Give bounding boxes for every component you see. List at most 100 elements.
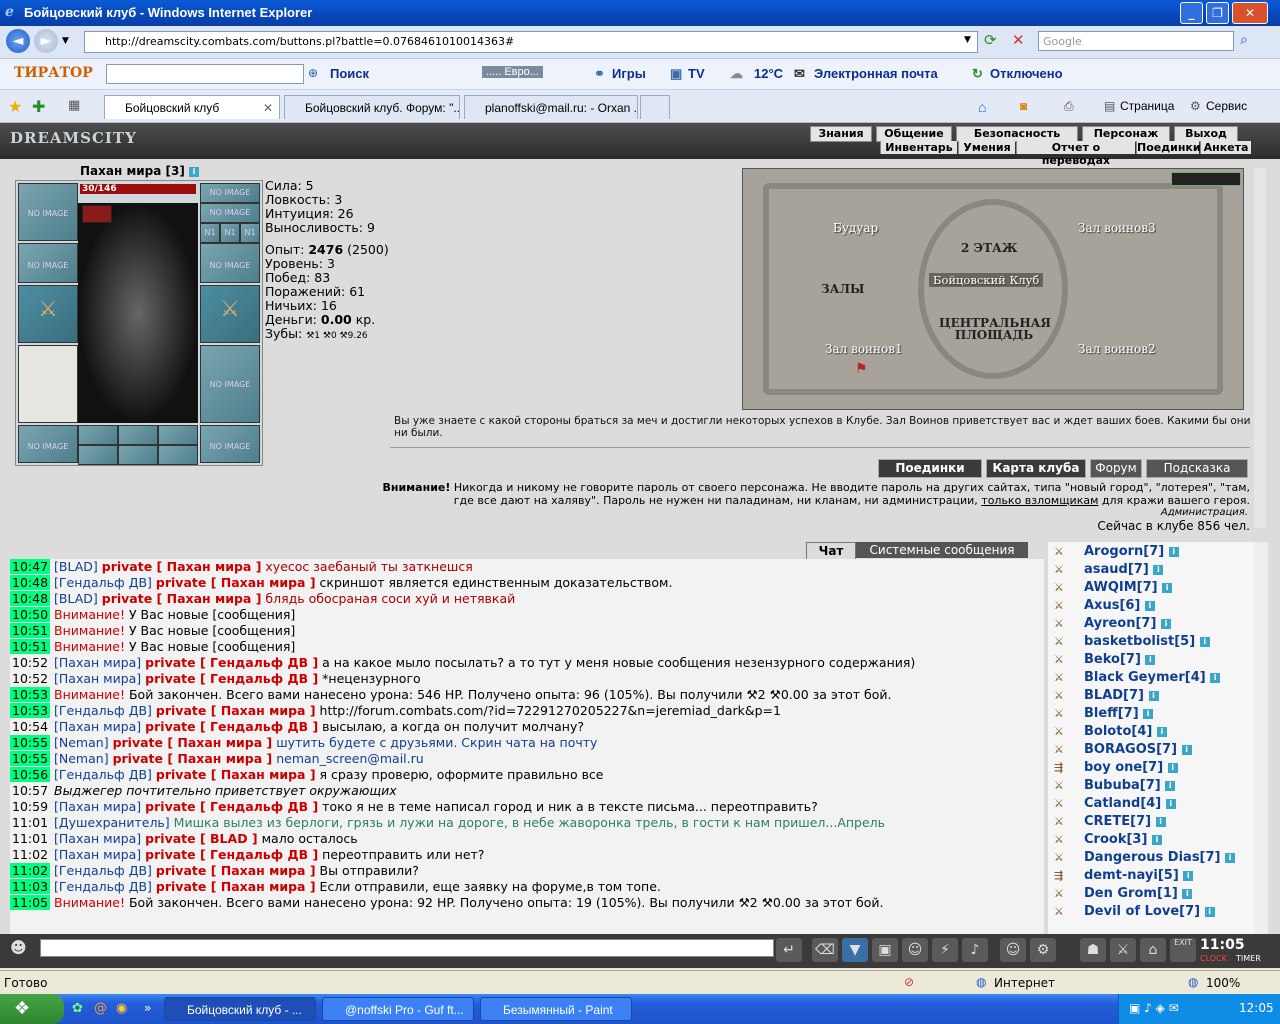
hackers-link[interactable]: только взломщикам xyxy=(981,494,1098,507)
pocket-slot-3[interactable] xyxy=(158,445,198,465)
chat-time[interactable]: 10:51 xyxy=(10,623,51,638)
quicklaunch-icon-3[interactable]: ◉ xyxy=(116,1001,127,1016)
user-action-icon[interactable]: ⚔ xyxy=(1054,689,1072,702)
chat-private-target[interactable]: private [ Пахан мира ] xyxy=(156,575,316,590)
google-search-input[interactable]: Google xyxy=(1038,31,1234,51)
save-icon[interactable]: ▣ xyxy=(872,938,898,962)
user-action-icon[interactable]: ⚔ xyxy=(1054,887,1072,900)
user-info-icon[interactable]: i xyxy=(1182,888,1193,899)
user-action-icon[interactable]: ⚔ xyxy=(1054,833,1072,846)
user-info-icon[interactable]: i xyxy=(1155,816,1166,827)
user-list-item[interactable]: Bleff[7] i xyxy=(1084,706,1154,721)
home-icon[interactable]: ⌂ xyxy=(978,99,986,115)
top-scrollbar[interactable] xyxy=(1254,168,1266,528)
user-info-icon[interactable]: i xyxy=(1148,690,1159,701)
equip-slot-boots[interactable]: NO IMAGE xyxy=(200,425,260,463)
equip-slot-gloves[interactable]: NO IMAGE xyxy=(200,243,260,283)
room-hall2[interactable]: Зал воинов2 xyxy=(1078,342,1156,356)
user-info-icon[interactable]: i xyxy=(1145,654,1156,665)
status-button[interactable]: Отключено xyxy=(990,66,1063,81)
toolbar-search-button[interactable]: Поиск xyxy=(330,66,369,81)
user-list-item[interactable]: Axus[6] i xyxy=(1084,598,1155,613)
chat-private-target[interactable]: private [ Гендальф ДВ ] xyxy=(145,719,318,734)
menu-profile[interactable]: Анкета xyxy=(1200,141,1251,154)
hint-button[interactable]: Подсказка xyxy=(1146,459,1248,478)
email-button[interactable]: Электронная почта xyxy=(814,66,938,81)
room-club[interactable]: Бойцовский Клуб xyxy=(929,273,1044,287)
smiley-icon[interactable]: ☺ xyxy=(1000,938,1026,962)
user-action-icon[interactable]: ⚔ xyxy=(1054,671,1072,684)
refresh-icon[interactable]: ⟳ xyxy=(984,31,1004,51)
lock-icon[interactable]: ⌂ xyxy=(1140,938,1166,962)
user-info-icon[interactable]: i xyxy=(1225,852,1236,863)
maximize-button[interactable]: ❐ xyxy=(1206,2,1229,24)
user-list-item[interactable]: Ayreon[7] i xyxy=(1084,616,1171,631)
user-action-icon[interactable]: ⇶ xyxy=(1054,761,1072,774)
user-list-item[interactable]: Catland[4] i xyxy=(1084,796,1176,811)
user-list-item[interactable]: Bububa[7] i xyxy=(1084,778,1176,793)
equip-slot-armor[interactable] xyxy=(18,345,78,423)
user-list-item[interactable]: AWQIM[7] i xyxy=(1084,580,1173,595)
user-list-item[interactable]: Den Grom[1] i xyxy=(1084,886,1193,901)
chat-sender[interactable]: [Neman] xyxy=(54,735,109,750)
print-icon[interactable]: ⎙ xyxy=(1064,99,1074,114)
quick-tabs-icon[interactable]: ▦ xyxy=(68,98,80,113)
users-scrollbar[interactable] xyxy=(1254,542,1268,934)
user-info-icon[interactable]: i xyxy=(1162,582,1173,593)
duels-button[interactable]: Поединки xyxy=(878,459,982,478)
user-list-item[interactable]: Arogorn[7] i xyxy=(1084,544,1179,559)
user-list-item[interactable]: asaud[7] i xyxy=(1084,562,1164,577)
smile-menu-icon[interactable]: ☻ xyxy=(10,938,36,962)
forward-button[interactable]: ► xyxy=(34,29,58,53)
user-info-icon[interactable]: i xyxy=(1165,798,1176,809)
equip-slot-weapon-left[interactable]: ⚔ xyxy=(18,285,78,343)
chat-sender[interactable]: [Гендальф ДВ] xyxy=(54,575,152,590)
user-list-item[interactable]: Beko[7] i xyxy=(1084,652,1156,667)
chat-private-target[interactable]: private [ Пахан мира ] xyxy=(113,751,273,766)
equip-slot-bracers[interactable]: NO IMAGE xyxy=(18,243,78,283)
chat-sender[interactable]: [Пахан мира] xyxy=(54,831,141,846)
service-menu[interactable]: Сервис xyxy=(1206,99,1247,113)
info-icon[interactable]: i xyxy=(189,166,200,177)
menu-duels[interactable]: Поединки xyxy=(1136,141,1201,154)
tray-icons[interactable]: ▣ ♪ ◈ ✉ xyxy=(1129,1001,1179,1015)
pocket-slot-2[interactable] xyxy=(118,445,158,465)
user-action-icon[interactable]: ⇶ xyxy=(1054,869,1072,882)
chat-sender[interactable]: [Neman] xyxy=(54,751,109,766)
user-list-item[interactable]: basketbolist[5] i xyxy=(1084,634,1210,649)
ring-slot-3[interactable] xyxy=(158,425,198,445)
user-list-item[interactable]: BLAD[7] i xyxy=(1084,688,1159,703)
equip-slot-helmet[interactable]: NO IMAGE xyxy=(18,183,78,241)
chat-time[interactable]: 10:54 xyxy=(10,719,50,734)
start-button[interactable]: ❖ xyxy=(0,994,64,1024)
games-button[interactable]: Игры xyxy=(612,66,646,81)
equip-slot-weapon-right[interactable]: ⚔ xyxy=(200,285,260,343)
user-list-item[interactable]: Dangerous Dias[7] i xyxy=(1084,850,1236,865)
task-guf[interactable]: @noffski Pro - Guf ft... xyxy=(322,997,474,1021)
user-info-icon[interactable]: i xyxy=(1167,762,1178,773)
menu-transfers[interactable]: Отчет о переводах xyxy=(1016,141,1135,167)
user-action-icon[interactable]: ⚔ xyxy=(1054,635,1072,648)
chat-time[interactable]: 10:55 xyxy=(10,751,51,766)
task-paint[interactable]: Безымянный - Paint xyxy=(480,997,632,1021)
room-central-square[interactable]: ЦЕНТРАЛЬНАЯ ПЛОЩАДЬ xyxy=(939,317,1051,341)
chat-sender[interactable]: [Гендальф ДВ] xyxy=(54,767,152,782)
user-info-icon[interactable]: i xyxy=(1153,564,1164,575)
chat-private-target[interactable]: private [ Пахан мира ] xyxy=(156,703,316,718)
user-action-icon[interactable]: ⚔ xyxy=(1054,905,1072,918)
menu-communication[interactable]: Общение xyxy=(876,126,952,142)
translit-icon[interactable]: ⚡ xyxy=(932,938,958,962)
user-info-icon[interactable]: i xyxy=(1156,726,1167,737)
user-list-item[interactable]: Devil of Love[7] i xyxy=(1084,904,1215,919)
address-input[interactable]: http://dreamscity.combats.com/buttons.pl… xyxy=(84,31,978,53)
user-list-item[interactable]: Crook[3] i xyxy=(1084,832,1162,847)
chat-sender[interactable]: [Пахан мира] xyxy=(54,719,141,734)
equip-slot-shield[interactable]: NO IMAGE xyxy=(200,345,260,423)
user-info-icon[interactable]: i xyxy=(1151,834,1162,845)
chat-time[interactable]: 10:53 xyxy=(10,703,51,718)
user-info-icon[interactable]: i xyxy=(1143,708,1154,719)
user-action-icon[interactable]: ⚔ xyxy=(1054,599,1072,612)
stop-icon[interactable]: ✕ xyxy=(1012,31,1032,51)
send-icon[interactable]: ↵ xyxy=(776,938,802,962)
chat-time[interactable]: 10:52 xyxy=(10,655,50,670)
